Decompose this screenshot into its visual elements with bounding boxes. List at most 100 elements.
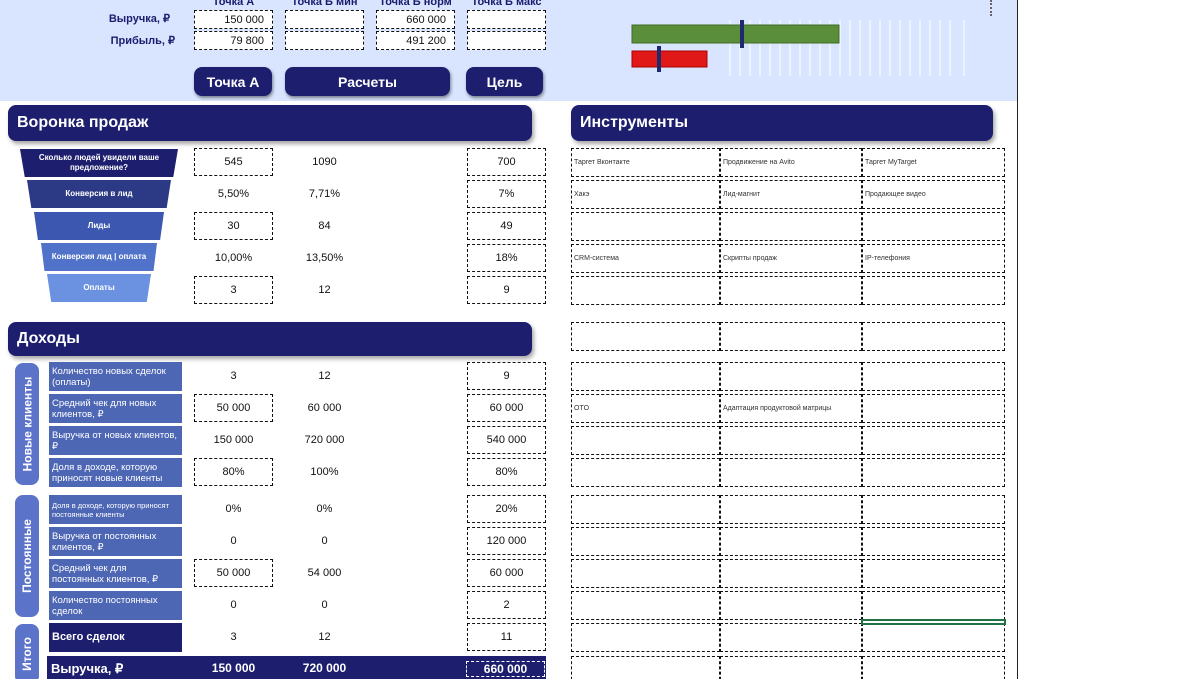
tool-cell[interactable] [571, 458, 720, 487]
funnel-leads-b: 84 [318, 220, 331, 232]
total-revenue-a: 150 000 [211, 661, 256, 675]
tool-cell[interactable] [720, 362, 862, 391]
funnel-views-a[interactable]: 545 [194, 148, 273, 176]
funnel-stage-leads: Лиды [34, 212, 164, 240]
total-caption-text: Итого [20, 637, 34, 671]
tool-cell[interactable]: Продвижение на Avito [720, 148, 862, 177]
tool-cell[interactable] [720, 656, 862, 679]
tool-cell[interactable]: Скрипты продаж [720, 244, 862, 273]
tool-cell[interactable] [720, 559, 862, 588]
tool-cell[interactable] [862, 495, 1005, 524]
tool-cell[interactable] [720, 527, 862, 556]
tool-cell[interactable] [862, 656, 1005, 679]
point-a-button[interactable]: Точка А [194, 67, 272, 96]
tool-cell[interactable]: Продающее видео [862, 180, 1005, 209]
tool-cell[interactable] [862, 527, 1005, 556]
tool-cell[interactable] [862, 623, 1005, 652]
tool-cell[interactable] [571, 591, 720, 620]
tool-cell[interactable] [571, 322, 720, 351]
tool-cell[interactable]: Таргет Вконтакте [571, 148, 720, 177]
revenue-point-a-cell[interactable]: 150 000 [194, 10, 273, 29]
funnel-payments-a[interactable]: 3 [194, 276, 273, 304]
profit-point-b-max-cell[interactable] [467, 31, 546, 50]
tool-cell[interactable] [862, 212, 1005, 241]
profit-point-b-min-cell[interactable] [285, 31, 364, 50]
red-progress-bar [631, 50, 708, 68]
regular-share-a: 0% [225, 503, 242, 515]
total-deals-c[interactable]: 11 [467, 623, 546, 651]
tool-cell[interactable] [571, 426, 720, 455]
profit-point-a-cell[interactable]: 79 800 [194, 31, 273, 50]
tool-cell[interactable] [862, 458, 1005, 487]
profit-point-b-norm-cell[interactable]: 491 200 [376, 31, 455, 50]
tool-cell[interactable] [862, 394, 1005, 423]
funnel-payments-c[interactable]: 9 [467, 276, 546, 304]
tool-cell[interactable] [571, 362, 720, 391]
tool-cell[interactable]: Адаптация продуктовой матрицы [720, 394, 862, 423]
regular-avg-check-c[interactable]: 60 000 [467, 559, 546, 587]
funnel-pay-conv-c[interactable]: 18% [467, 244, 546, 272]
tool-cell[interactable]: IP-телефония [862, 244, 1005, 273]
tool-cell[interactable] [571, 276, 720, 305]
tool-cell[interactable] [720, 322, 862, 351]
row-label-profit: Прибыль, ₽ [110, 35, 175, 47]
funnel-stage-lead-conversion: Конверсия в лид [27, 180, 171, 208]
tool-cell[interactable] [571, 656, 720, 679]
selected-cell-highlight [861, 619, 1006, 625]
row-label-revenue: Выручка, ₽ [108, 13, 170, 25]
tool-cell[interactable] [862, 559, 1005, 588]
tool-cell[interactable] [720, 591, 862, 620]
tool-cell[interactable]: Хакэ [571, 180, 720, 209]
tools-header: Инструменты [571, 105, 993, 141]
tool-cell[interactable]: CRM-система [571, 244, 720, 273]
new-avg-check-c[interactable]: 60 000 [467, 394, 546, 422]
regular-avg-check-a[interactable]: 50 000 [194, 559, 273, 587]
tool-cell[interactable] [571, 623, 720, 652]
goal-button[interactable]: Цель [466, 67, 543, 96]
funnel-lead-conv-c[interactable]: 7% [467, 180, 546, 208]
regular-clients-caption: Постоянные [15, 495, 39, 617]
new-avg-check-a[interactable]: 50 000 [194, 394, 273, 422]
new-revenue-c[interactable]: 540 000 [467, 426, 546, 454]
regular-revenue-label: Выручка от постоянных клиентов, ₽ [49, 527, 182, 556]
tool-cell[interactable] [571, 559, 720, 588]
calculations-button[interactable]: Расчеты [285, 67, 450, 96]
funnel-views-c[interactable]: 700 [467, 148, 546, 176]
tool-cell[interactable] [720, 458, 862, 487]
tool-cell[interactable] [720, 426, 862, 455]
tool-cell[interactable] [571, 495, 720, 524]
tool-cell[interactable] [571, 212, 720, 241]
funnel-leads-a[interactable]: 30 [194, 212, 273, 240]
green-marker [740, 20, 744, 48]
tool-cell[interactable]: OTO [571, 394, 720, 423]
regular-clients-caption-text: Постоянные [20, 519, 34, 593]
new-deals-c[interactable]: 9 [467, 362, 546, 390]
tool-cell[interactable] [720, 495, 862, 524]
tool-cell[interactable] [720, 623, 862, 652]
new-share-a[interactable]: 80% [194, 458, 273, 486]
tool-cell[interactable] [862, 426, 1005, 455]
regular-share-label: Доля в доходе, которую приносят постоянн… [49, 495, 182, 524]
revenue-point-b-norm-cell[interactable]: 660 000 [376, 10, 455, 29]
total-deals-label: Всего сделок [49, 623, 182, 652]
regular-share-c[interactable]: 20% [467, 495, 546, 523]
tool-cell[interactable] [720, 212, 862, 241]
tool-cell[interactable] [571, 527, 720, 556]
tool-cell[interactable]: Таргет MyTarget [862, 148, 1005, 177]
revenue-point-b-max-cell[interactable] [467, 10, 546, 29]
tool-cell[interactable] [862, 322, 1005, 351]
funnel-stage-payment-conversion: Конверсия лид | оплата [41, 243, 157, 271]
new-clients-caption: Новые клиенты [15, 363, 39, 485]
total-revenue-c[interactable]: 660 000 [466, 661, 545, 677]
tool-cell[interactable] [862, 591, 1005, 620]
tool-cell[interactable] [862, 362, 1005, 391]
regular-revenue-c[interactable]: 120 000 [467, 527, 546, 555]
income-header: Доходы [8, 322, 532, 356]
regular-deals-c[interactable]: 2 [467, 591, 546, 619]
tool-cell[interactable] [862, 276, 1005, 305]
revenue-point-b-min-cell[interactable] [285, 10, 364, 29]
new-share-c[interactable]: 80% [467, 458, 546, 486]
tool-cell[interactable] [720, 276, 862, 305]
tool-cell[interactable]: Лид-магнит [720, 180, 862, 209]
funnel-leads-c[interactable]: 49 [467, 212, 546, 240]
